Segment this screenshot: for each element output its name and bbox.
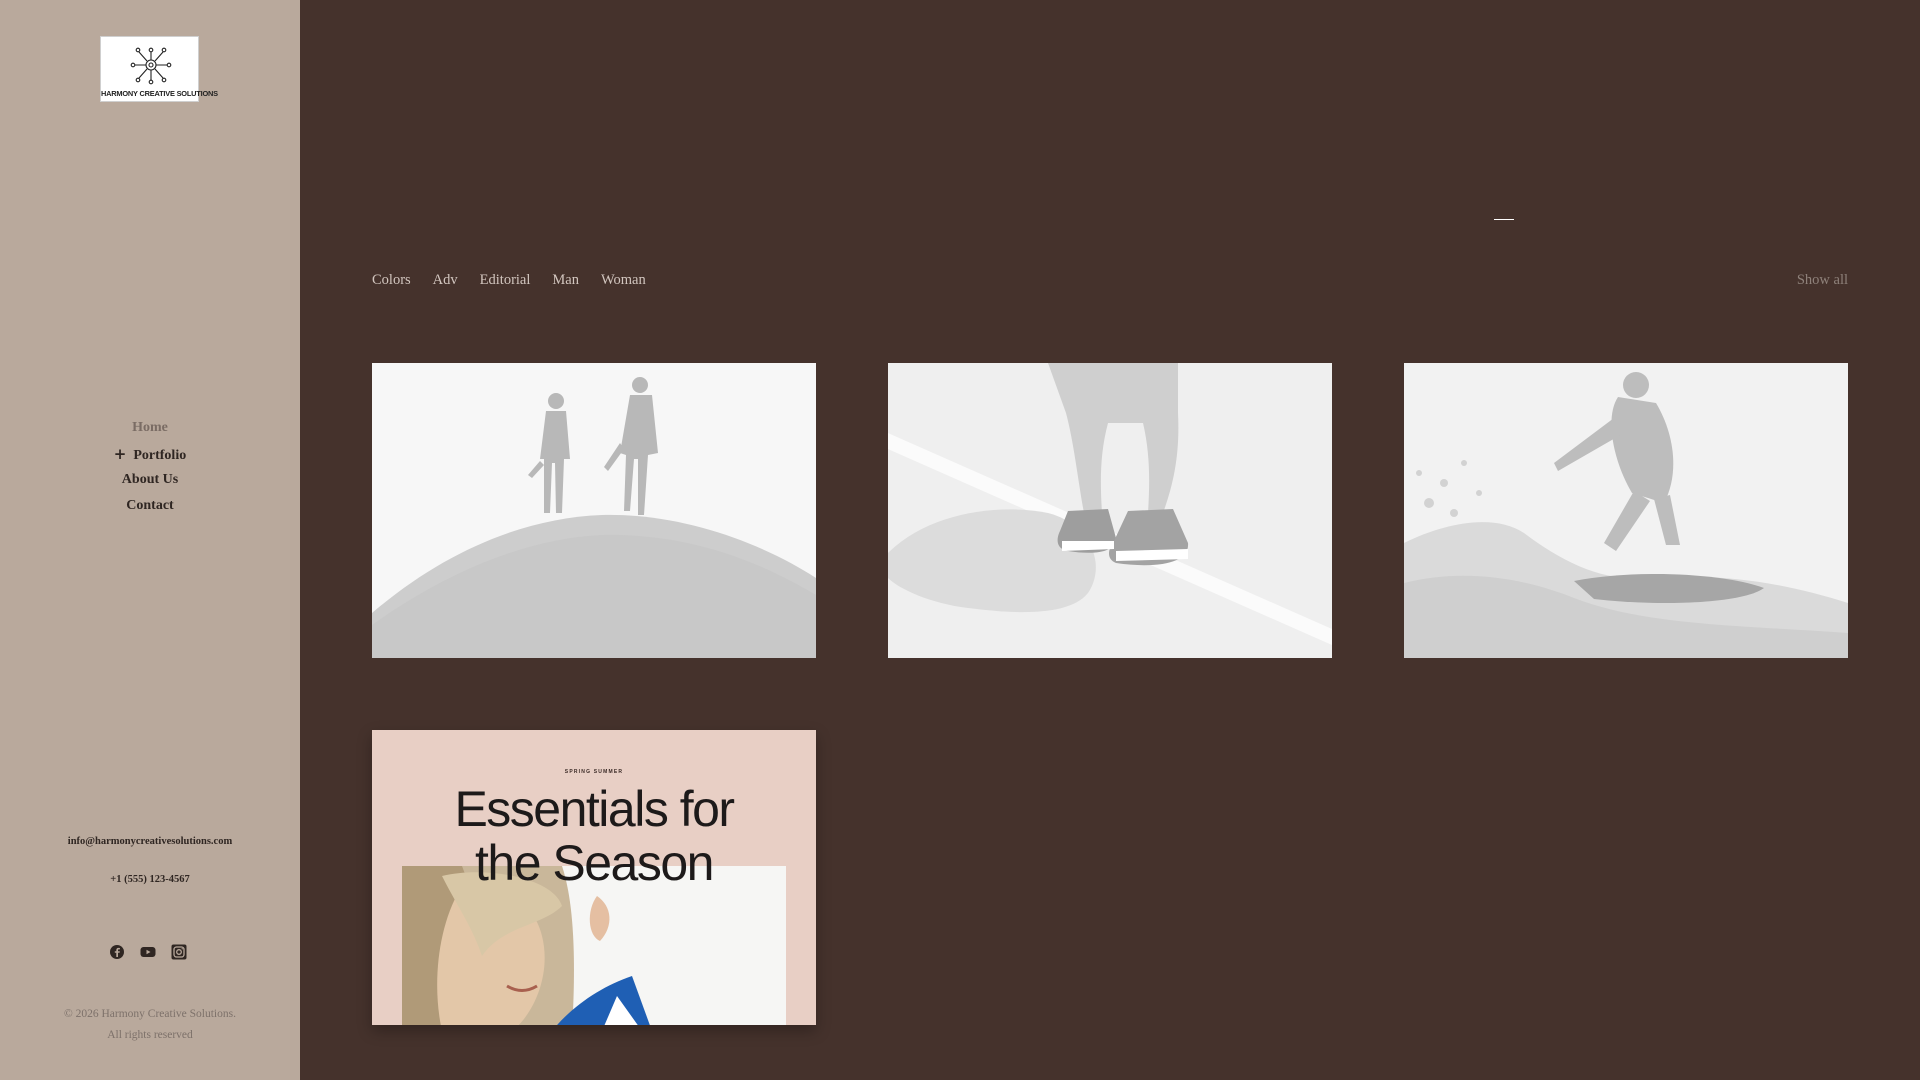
portfolio-tile-poster[interactable]: SPRING SUMMER Essentials for the Season: [372, 730, 816, 1025]
poster-title-line-1: Essentials for: [454, 781, 735, 837]
sidebar: HARMONY CREATIVE SOLUTIONS Home + Portfol…: [0, 0, 300, 1080]
portfolio-tile-dune[interactable]: [372, 363, 816, 658]
poster-title-line-2: the Season: [475, 835, 714, 891]
nav-item-portfolio[interactable]: + Portfolio: [0, 444, 300, 470]
nav-item-portfolio-label: Portfolio: [133, 448, 187, 463]
nav-item-about-us[interactable]: About Us: [0, 470, 300, 496]
facebook-icon[interactable]: [109, 944, 125, 960]
nav-item-home[interactable]: Home: [0, 418, 300, 444]
filter-adv[interactable]: Adv: [433, 272, 458, 289]
logo-mark-icon: [130, 47, 172, 85]
poster-title: Essentials for the Season: [372, 782, 816, 890]
surfer-wave-image: [1404, 363, 1848, 658]
portfolio-main: Colors Adv Editorial Man Woman Show all: [300, 0, 1920, 1080]
plus-icon[interactable]: +: [114, 444, 127, 464]
portfolio-tile-sneakers[interactable]: [888, 363, 1332, 658]
contact-email-link[interactable]: info@harmonycreativesolutions.com: [0, 836, 300, 847]
instagram-icon[interactable]: [171, 944, 187, 960]
dune-walkers-image: [372, 363, 816, 658]
portfolio-tile-surfer[interactable]: [1404, 363, 1848, 658]
copyright: © 2026 Harmony Creative Solutions. All r…: [0, 1004, 300, 1046]
filter-woman[interactable]: Woman: [601, 272, 646, 289]
main-nav: Home + Portfolio About Us Contact: [0, 418, 300, 522]
decorative-dash: [1494, 219, 1514, 220]
filter-editorial[interactable]: Editorial: [480, 272, 531, 289]
copyright-line: © 2026 Harmony Creative Solutions.: [64, 1008, 236, 1020]
youtube-icon[interactable]: [140, 944, 156, 960]
contact-phone-link[interactable]: +1 (555) 123-4567: [0, 874, 300, 885]
social-links: [109, 944, 187, 960]
logo-text: HARMONY CREATIVE SOLUTIONS: [101, 89, 218, 98]
show-all-link[interactable]: Show all: [1797, 272, 1848, 289]
sneakers-road-image: [888, 363, 1332, 658]
poster-kicker: SPRING SUMMER: [564, 769, 624, 775]
filter-colors[interactable]: Colors: [372, 272, 411, 289]
rights-line: All rights reserved: [107, 1029, 193, 1041]
filter-man[interactable]: Man: [552, 272, 579, 289]
brand-logo[interactable]: HARMONY CREATIVE SOLUTIONS: [100, 36, 218, 102]
portfolio-filters: Colors Adv Editorial Man Woman: [372, 272, 646, 289]
nav-item-contact[interactable]: Contact: [0, 496, 300, 522]
